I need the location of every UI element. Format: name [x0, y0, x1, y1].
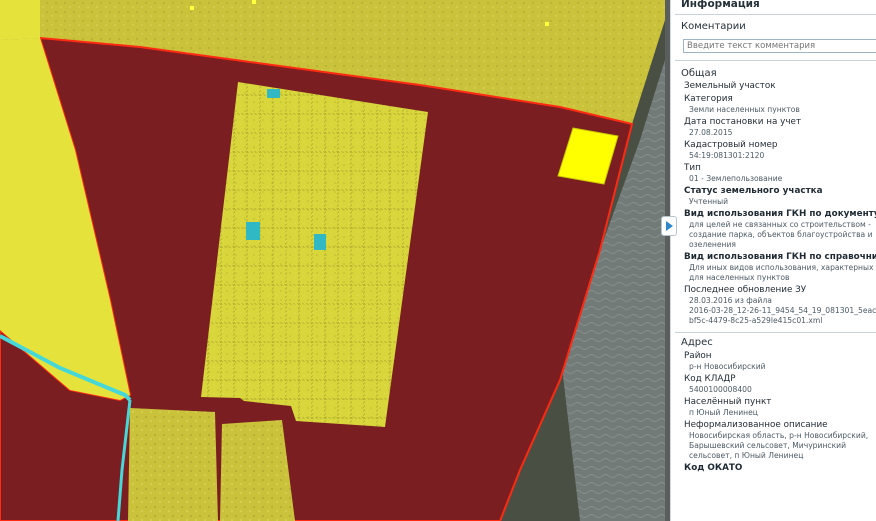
highlighted-plot: [314, 234, 326, 250]
field-kladr: Код КЛАДР 5400100008400: [671, 374, 876, 395]
cadastral-map: [0, 0, 665, 521]
field-district: Район р-н Новосибирский: [671, 351, 876, 372]
field-label: Последнее обновление ЗУ: [684, 285, 807, 295]
comments-title: Коментарии: [681, 21, 746, 32]
field-label: Населённый пункт: [684, 397, 772, 407]
divider: [675, 60, 876, 61]
field-label: Тип: [684, 163, 701, 173]
field-okato: Код ОКАТО: [671, 463, 876, 474]
field-description: Неформализованное описание Новосибирская…: [671, 420, 876, 461]
address-section-title: Адрес: [681, 337, 713, 348]
field-label: Неформализованное описание: [684, 420, 828, 430]
field-value: п Юный Ленинец: [689, 408, 758, 417]
field-value: 54:19:081301:2120: [689, 151, 765, 160]
panel-title: Информация: [681, 0, 760, 10]
field-label: Код ОКАТО: [684, 463, 743, 473]
highlighted-plot: [267, 89, 280, 98]
field-label: Вид использования ГКН по справочнику: [684, 252, 876, 262]
field-registration-date: Дата постановки на учет 27.08.2015: [671, 117, 876, 138]
collapse-panel-button[interactable]: [661, 216, 677, 236]
map-view[interactable]: [0, 0, 665, 521]
field-value: Учтенный: [689, 197, 729, 206]
field-value: для целей не связанных со строительством…: [689, 220, 873, 249]
field-usage-document: Вид использования ГКН по документу для ц…: [671, 209, 876, 250]
field-value-filename: 2016-03-28_12-26-11_9454_54_19_081301_5e…: [689, 306, 876, 315]
highlighted-plot: [246, 222, 260, 240]
field-usage-reference: Вид использования ГКН по справочнику Для…: [671, 252, 876, 283]
field-locality: Населённый пункт п Юный Ленинец: [671, 397, 876, 418]
field-value: 27.08.2015: [689, 128, 733, 137]
field-value: Земли населенных пунктов: [689, 105, 800, 114]
field-value-filename: bf5c-4479-8c25-a529le415c01.xml: [689, 316, 823, 325]
field-value: р-н Новосибирский: [689, 362, 766, 371]
field-last-update: Последнее обновление ЗУ 28.03.2016 из фа…: [671, 285, 876, 326]
field-label: Дата постановки на учет: [684, 117, 802, 127]
field-value: Для иных видов использования, характерны…: [689, 263, 874, 282]
field-value: 5400100008400: [689, 385, 752, 394]
object-type: Земельный участок: [671, 81, 876, 92]
field-type: Тип 01 - Землепользование: [671, 163, 876, 184]
field-label: Кадастровый номер: [684, 140, 778, 150]
field-label: Категория: [684, 94, 733, 104]
field-label: Район: [684, 351, 712, 361]
field-cadastral-number: Кадастровый номер 54:19:081301:2120: [671, 140, 876, 161]
field-label: Статус земельного участка: [684, 186, 823, 196]
divider: [675, 332, 876, 333]
field-label: Вид использования ГКН по документу: [684, 209, 876, 219]
object-type-label: Земельный участок: [684, 81, 776, 91]
info-panel: Информация Коментарии Общая Земельный уч…: [670, 0, 876, 521]
field-value: 01 - Землепользование: [689, 174, 783, 183]
general-section-title: Общая: [681, 68, 717, 79]
divider: [675, 14, 876, 15]
field-label: Код КЛАДР: [684, 374, 736, 384]
field-value: Новосибирская область, р-н Новосибирский…: [689, 431, 869, 460]
field-value: 28.03.2016 из файла: [689, 296, 772, 305]
field-category: Категория Земли населенных пунктов: [671, 94, 876, 115]
arrow-right-icon: [665, 221, 673, 231]
comment-input[interactable]: [683, 39, 876, 53]
field-status: Статус земельного участка Учтенный: [671, 186, 876, 207]
